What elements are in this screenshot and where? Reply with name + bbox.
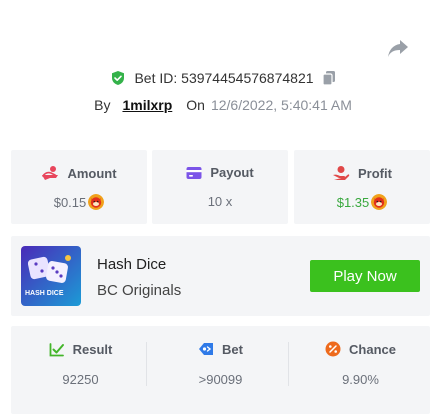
result-check-icon (49, 343, 64, 357)
chance-value: 9.90% (342, 372, 379, 387)
result-column: Result 92250 (11, 326, 150, 414)
share-icon[interactable] (386, 38, 410, 58)
results-card: Result 92250 Bet >90099 Chance 9.90% (11, 326, 430, 414)
bet-id-row: Bet ID: 53974454576874821 (0, 68, 446, 88)
shib-coin-icon (371, 194, 388, 210)
bet-value: >90099 (198, 372, 243, 387)
amount-value: $0.15 (53, 194, 87, 210)
amount-label: Amount (67, 165, 117, 181)
chance-label: Chance (349, 341, 396, 357)
bet-id-value: 53974454576874821 (181, 70, 314, 86)
payout-value: 10 x (207, 194, 233, 209)
copy-icon[interactable] (321, 70, 336, 86)
game-name: Hash Dice (97, 256, 167, 273)
game-provider: BC Originals (97, 282, 182, 299)
bet-id-text: Bet ID: 53974454576874821 (134, 70, 313, 86)
on-label: On (186, 97, 205, 113)
game-card: HASH DICE Hash Dice BC Originals Play No… (11, 236, 430, 316)
dice-icon (21, 246, 81, 306)
result-value: 92250 (62, 372, 99, 387)
divider (288, 342, 289, 386)
bet-tag-icon (199, 343, 214, 355)
game-thumbnail[interactable]: HASH DICE (21, 246, 81, 306)
game-thumbnail-label: HASH DICE (25, 290, 64, 297)
amount-card: Amount $0.15 (11, 150, 147, 224)
percent-icon (325, 341, 341, 357)
play-now-button[interactable]: Play Now (310, 260, 420, 292)
chance-column: Chance 9.90% (291, 326, 430, 414)
card-icon (186, 166, 202, 179)
amount-icon (42, 166, 59, 180)
profit-card: Profit $1.35 (294, 150, 430, 224)
shib-coin-icon (88, 194, 105, 210)
payout-card: Payout 10 x (152, 150, 288, 224)
profit-hand-icon (333, 166, 350, 180)
profit-label: Profit (358, 165, 392, 181)
verified-shield-icon (112, 71, 125, 85)
bet-timestamp: 12/6/2022, 5:40:41 AM (210, 97, 352, 113)
username-link[interactable]: 1milxrp (122, 97, 172, 113)
divider (146, 342, 147, 386)
profit-value: $1.35 (336, 194, 370, 210)
bet-column: Bet >90099 (151, 326, 290, 414)
bet-label: Bet (222, 341, 243, 357)
result-label: Result (72, 341, 113, 357)
by-label: By (94, 97, 111, 113)
bet-id-label: Bet ID: (134, 70, 178, 86)
bet-author-row: By 1milxrp On 12/6/2022, 5:40:41 AM (0, 95, 446, 115)
payout-label: Payout (210, 165, 254, 180)
